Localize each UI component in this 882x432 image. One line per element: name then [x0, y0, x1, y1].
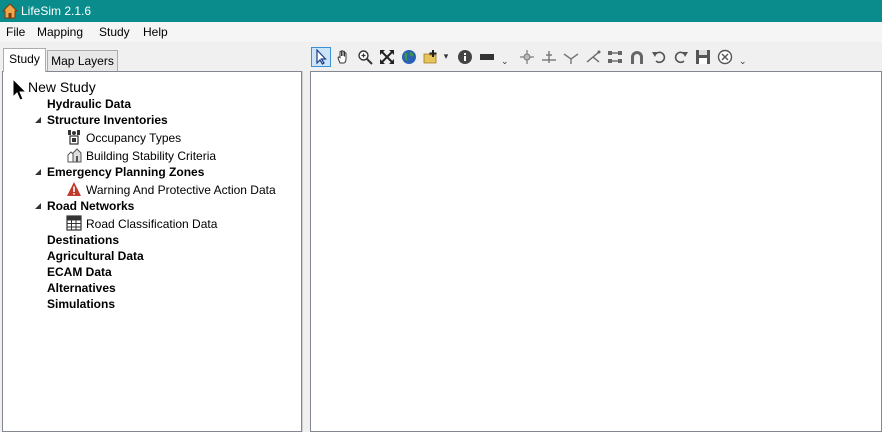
merge-icon — [563, 53, 579, 64]
panel-tabs: Study Map Layers — [0, 42, 310, 72]
tree-node-hydraulic-data[interactable]: Hydraulic Data — [47, 97, 131, 111]
identify-icon — [458, 50, 472, 64]
save-tool[interactable] — [693, 47, 713, 67]
title-bar: LifeSim 2.1.6 — [0, 0, 882, 22]
arch-icon — [631, 51, 643, 64]
tree-node-new-study[interactable]: New Study — [28, 79, 96, 95]
split-tool[interactable] — [539, 47, 559, 67]
move-vertex-tool[interactable] — [517, 47, 537, 67]
globe-icon — [402, 50, 416, 64]
zoom-in-icon — [358, 50, 373, 65]
add-layer-dropdown-arrow[interactable]: ▾ — [443, 52, 449, 61]
expander-structure-inventories-icon[interactable] — [34, 116, 42, 124]
expander-emergency-planning-icon[interactable] — [34, 168, 42, 176]
measure-icon — [480, 54, 494, 60]
move-vertex-icon — [520, 50, 534, 64]
panel-splitter[interactable] — [302, 71, 310, 432]
tree-node-emergency-planning-zones[interactable]: Emergency Planning Zones — [47, 165, 204, 179]
merge-tool[interactable] — [561, 47, 581, 67]
identify-tool[interactable] — [455, 47, 475, 67]
occupancy-types-icon — [68, 130, 80, 145]
tree-node-alternatives[interactable]: Alternatives — [47, 281, 116, 295]
map-toolbar: ▾ ⌄ ⌄ — [310, 45, 882, 69]
tree-node-structure-inventories[interactable]: Structure Inventories — [47, 113, 168, 127]
tree-node-occupancy-types[interactable]: Occupancy Types — [86, 131, 181, 145]
pan-tool[interactable] — [333, 47, 353, 67]
pan-hand-icon — [337, 50, 347, 64]
tree-node-building-stability-criteria[interactable]: Building Stability Criteria — [86, 149, 216, 163]
tree-node-ecam-data[interactable]: ECAM Data — [47, 265, 112, 279]
select-pointer-tool[interactable] — [311, 47, 331, 67]
tree-node-simulations[interactable]: Simulations — [47, 297, 115, 311]
add-layer-icon — [423, 50, 437, 64]
tree-node-warning-protective-action[interactable]: Warning And Protective Action Data — [86, 183, 276, 197]
connect-tool[interactable] — [605, 47, 625, 67]
toolbar-overflow-2[interactable]: ⌄ — [739, 57, 747, 66]
add-layer-tool[interactable] — [421, 47, 441, 67]
save-icon — [696, 50, 710, 64]
branch-icon — [586, 50, 601, 63]
tree-node-agricultural-data[interactable]: Agricultural Data — [47, 249, 144, 263]
arch-tool[interactable] — [627, 47, 647, 67]
full-extent-icon — [380, 50, 394, 64]
full-extent-tool[interactable] — [377, 47, 397, 67]
tree-node-road-networks[interactable]: Road Networks — [47, 199, 134, 213]
menu-help[interactable]: Help — [141, 25, 170, 39]
study-tree-panel: New Study Hydraulic Data Structure Inven… — [2, 71, 302, 432]
branch-tool[interactable] — [583, 47, 603, 67]
undo-tool[interactable] — [649, 47, 669, 67]
tab-study[interactable]: Study — [3, 48, 46, 72]
table-grid-icon — [66, 215, 82, 231]
mouse-cursor-icon — [12, 78, 28, 101]
toolbar-overflow-1[interactable]: ⌄ — [501, 57, 509, 66]
menu-bar: File Mapping Study Help — [0, 22, 882, 42]
menu-study[interactable]: Study — [97, 25, 132, 39]
zoom-in-tool[interactable] — [355, 47, 375, 67]
map-canvas[interactable] — [310, 71, 882, 432]
redo-icon — [674, 51, 688, 64]
measure-tool[interactable] — [477, 47, 497, 67]
tree-node-destinations[interactable]: Destinations — [47, 233, 119, 247]
redo-tool[interactable] — [671, 47, 691, 67]
app-house-icon — [2, 3, 18, 19]
tree-node-road-classification-data[interactable]: Road Classification Data — [86, 217, 217, 231]
building-stability-icon — [67, 148, 82, 163]
menu-mapping[interactable]: Mapping — [35, 25, 85, 39]
select-pointer-icon — [316, 49, 327, 65]
window-title: LifeSim 2.1.6 — [21, 4, 92, 18]
tab-map-layers[interactable]: Map Layers — [47, 50, 118, 71]
connect-icon — [608, 51, 622, 63]
cancel-tool[interactable] — [715, 47, 735, 67]
expander-road-networks-icon[interactable] — [34, 202, 42, 210]
menu-file[interactable]: File — [4, 25, 27, 39]
warning-icon — [67, 182, 81, 196]
globe-tool[interactable] — [399, 47, 419, 67]
cancel-icon — [717, 49, 733, 65]
undo-icon — [652, 51, 666, 64]
split-icon — [542, 51, 556, 63]
